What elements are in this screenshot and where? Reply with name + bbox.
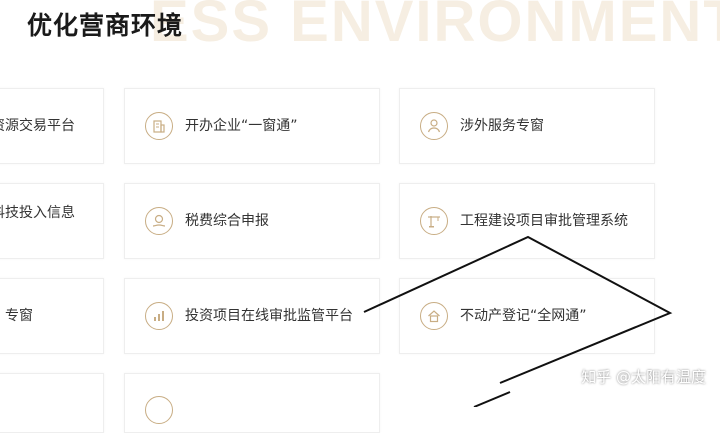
card-label: 资源交易平台 — [0, 117, 75, 134]
chart-icon — [145, 302, 173, 330]
card-label: 专窗 — [5, 307, 33, 324]
card-label: 科技投入信息 — [0, 205, 75, 221]
circle-icon — [145, 396, 173, 424]
card-investment-project-approval[interactable]: 投资项目在线审批监管平台 — [124, 278, 380, 354]
card-label: 税费综合申报 — [185, 212, 269, 229]
building-icon — [145, 112, 173, 140]
section-watermark-text: ESS ENVIRONMENT — [150, 0, 720, 54]
money-hand-icon — [145, 207, 173, 235]
card-partial-middle[interactable] — [124, 373, 380, 433]
section-title: 优化营商环境 — [27, 11, 184, 40]
card-label: 不动产登记“全网通” — [460, 307, 587, 324]
card-special-window[interactable]: 专窗 — [0, 278, 104, 354]
person-icon — [420, 112, 448, 140]
card-construction-approval[interactable]: 工程建设项目审批管理系统 — [399, 183, 655, 259]
card-label: 投资项目在线审批监管平台 — [185, 307, 353, 324]
crane-icon — [420, 207, 448, 235]
card-business-startup[interactable]: 开办企业“一窗通” — [124, 88, 380, 164]
card-label: 工程建设项目审批管理系统 — [460, 212, 628, 229]
card-partial-left[interactable] — [0, 373, 104, 433]
card-tax-declaration[interactable]: 税费综合申报 — [124, 183, 380, 259]
card-foreign-services[interactable]: 涉外服务专窗 — [399, 88, 655, 164]
card-label: 涉外服务专窗 — [460, 117, 544, 134]
card-tech-investment[interactable]: 科技投入信息 — [0, 183, 104, 259]
card-real-estate-registration[interactable]: 不动产登记“全网通” — [399, 278, 655, 354]
annotation-tail-stroke — [473, 391, 511, 407]
house-icon — [420, 302, 448, 330]
card-resource-trading[interactable]: 资源交易平台 — [0, 88, 104, 164]
credit-watermark: 知乎 @太阳有温度 — [581, 368, 706, 386]
card-label: 开办企业“一窗通” — [185, 117, 298, 134]
